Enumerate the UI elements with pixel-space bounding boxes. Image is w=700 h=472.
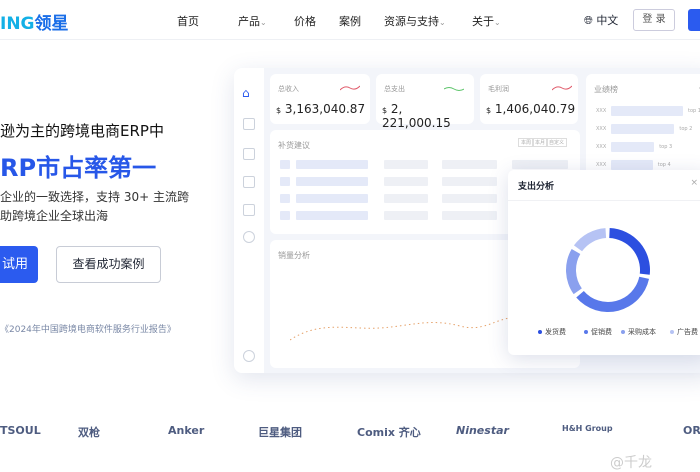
legend-item: 广告费 xyxy=(670,327,698,337)
restock-cell xyxy=(296,194,368,203)
stat-value: $ 3,163,040.87 xyxy=(276,102,366,116)
rank-bar xyxy=(611,106,683,116)
donut-slice-1 xyxy=(576,276,650,312)
stat-card-profit: 毛利润 $ 1,406,040.79 xyxy=(480,74,578,124)
rank-tag: top 4 xyxy=(657,162,671,168)
restock-cell xyxy=(384,211,428,220)
stat-card-expense: 总支出 $ 2, 221,000.15 xyxy=(376,74,474,130)
nav-home[interactable]: 首页 xyxy=(177,13,199,29)
restock-cell xyxy=(442,177,497,186)
restock-cell xyxy=(296,177,368,186)
restock-cell xyxy=(296,211,368,220)
rank-bar xyxy=(611,142,655,152)
stat-card-income: 总收入 $ 3,163,040.87 xyxy=(270,74,370,124)
legend-item: 采购成本 xyxy=(621,327,656,337)
legend-item: 促销费 xyxy=(584,327,612,337)
donut-slice-0 xyxy=(609,228,650,275)
chevron-down-icon: ⌄ xyxy=(260,18,267,27)
filter-custom[interactable]: 自定义 xyxy=(546,138,568,147)
restock-row xyxy=(280,211,290,220)
headset-icon xyxy=(243,231,255,243)
expense-title: 支出分析 xyxy=(518,182,555,192)
restock-cell xyxy=(384,194,428,203)
restock-row xyxy=(280,194,290,203)
report-link[interactable]: 《2024年中国跨境电商软件服务行业报告》 xyxy=(0,322,176,335)
brand-logo: ORI xyxy=(683,424,700,437)
hero-title-line2: RP市占率第一 xyxy=(0,154,157,182)
dashboard-sidebar: ⌂ xyxy=(234,68,264,373)
restock-cell xyxy=(442,160,497,169)
restock-cell xyxy=(442,211,497,220)
top-nav: ING领星 首页 产品⌄ 价格 案例 资源与支持⌄ 关于⌄ 🌐︎ 中文 登 录 xyxy=(0,0,700,40)
chevron-down-icon: ⌄ xyxy=(439,18,446,27)
trend-sparkline xyxy=(444,87,464,91)
brand-logo: H&H Group xyxy=(562,424,613,433)
trend-sparkline xyxy=(340,85,360,91)
chevron-down-icon: ⌄ xyxy=(494,18,501,27)
close-icon[interactable]: × xyxy=(690,178,698,188)
view-cases-button[interactable]: 查看成功案例 xyxy=(56,246,161,283)
ranking-title: 业绩榜 xyxy=(594,85,618,94)
expense-analysis-popup: 支出分析 × 发货费 促销费 采购成本 广告费 xyxy=(508,170,700,355)
stat-label: 总收入 xyxy=(278,85,299,93)
stat-label: 毛利润 xyxy=(488,85,509,93)
legend-item: 发货费 xyxy=(538,327,566,337)
restock-cell xyxy=(296,160,368,169)
restock-row xyxy=(280,160,290,169)
trial-button-top[interactable] xyxy=(688,9,700,31)
rank-name: XXX xyxy=(596,126,607,132)
brand-logo: Ninestar xyxy=(456,424,509,437)
stat-value: $ 2, 221,000.15 xyxy=(382,102,451,130)
sales-line xyxy=(290,317,530,341)
rank-bar xyxy=(611,124,675,134)
donut-slice-3 xyxy=(573,228,607,252)
brand-logo: 双枪 xyxy=(78,426,100,439)
cart-icon xyxy=(243,148,255,160)
rank-tag: top 1 xyxy=(688,108,700,114)
logo[interactable]: ING领星 xyxy=(0,9,69,34)
restock-title: 补货建议 xyxy=(278,141,310,150)
document-icon xyxy=(243,118,255,130)
brand-logo: Anker xyxy=(168,424,205,437)
brand-logo: 巨星集团 xyxy=(258,426,302,439)
restock-row xyxy=(280,177,290,186)
watermark: @千龙 xyxy=(610,455,652,471)
rank-tag: top 3 xyxy=(659,144,673,150)
nav-about[interactable]: 关于⌄ xyxy=(472,13,501,29)
restock-cell xyxy=(512,160,568,169)
rank-bar xyxy=(611,160,653,170)
language-switch[interactable]: 🌐︎ 中文 xyxy=(584,12,618,28)
settings-icon xyxy=(243,350,255,362)
donut-slice-2 xyxy=(566,248,582,295)
stat-label: 总支出 xyxy=(384,85,405,93)
restock-cell xyxy=(442,194,497,203)
restock-cell xyxy=(384,160,428,169)
hero-title-line1: 逊为主的跨境电商ERP中 xyxy=(0,122,164,140)
expense-donut-chart xyxy=(566,228,650,312)
box-icon xyxy=(243,204,255,216)
rank-tag: top 2 xyxy=(679,126,693,132)
stat-value: $ 1,406,040.79 xyxy=(486,102,576,116)
nav-cases[interactable]: 案例 xyxy=(339,13,361,29)
globe-icon: 🌐︎ xyxy=(584,14,593,27)
brand-logo: TSOUL xyxy=(0,424,41,437)
restock-cell xyxy=(384,177,428,186)
nav-resources[interactable]: 资源与支持⌄ xyxy=(384,13,446,29)
sales-title: 销量分析 xyxy=(278,251,310,260)
login-button[interactable]: 登 录 xyxy=(633,9,675,31)
rank-name: XXX xyxy=(596,162,607,168)
rank-name: XXX xyxy=(596,108,607,114)
brand-logo: Comix 齐心 xyxy=(357,426,421,439)
hero-subtitle-2: 助跨境企业全球出海 xyxy=(0,209,109,223)
nav-products[interactable]: 产品⌄ xyxy=(238,13,267,29)
truck-icon xyxy=(243,176,255,188)
rank-name: XXX xyxy=(596,144,607,150)
free-trial-button[interactable]: 试用 xyxy=(0,246,38,283)
nav-pricing[interactable]: 价格 xyxy=(294,13,316,29)
trend-sparkline xyxy=(552,85,572,91)
hero-subtitle-1: 企业的一致选择，支持 30+ 主流跨 xyxy=(0,190,189,204)
home-icon: ⌂ xyxy=(242,86,250,100)
